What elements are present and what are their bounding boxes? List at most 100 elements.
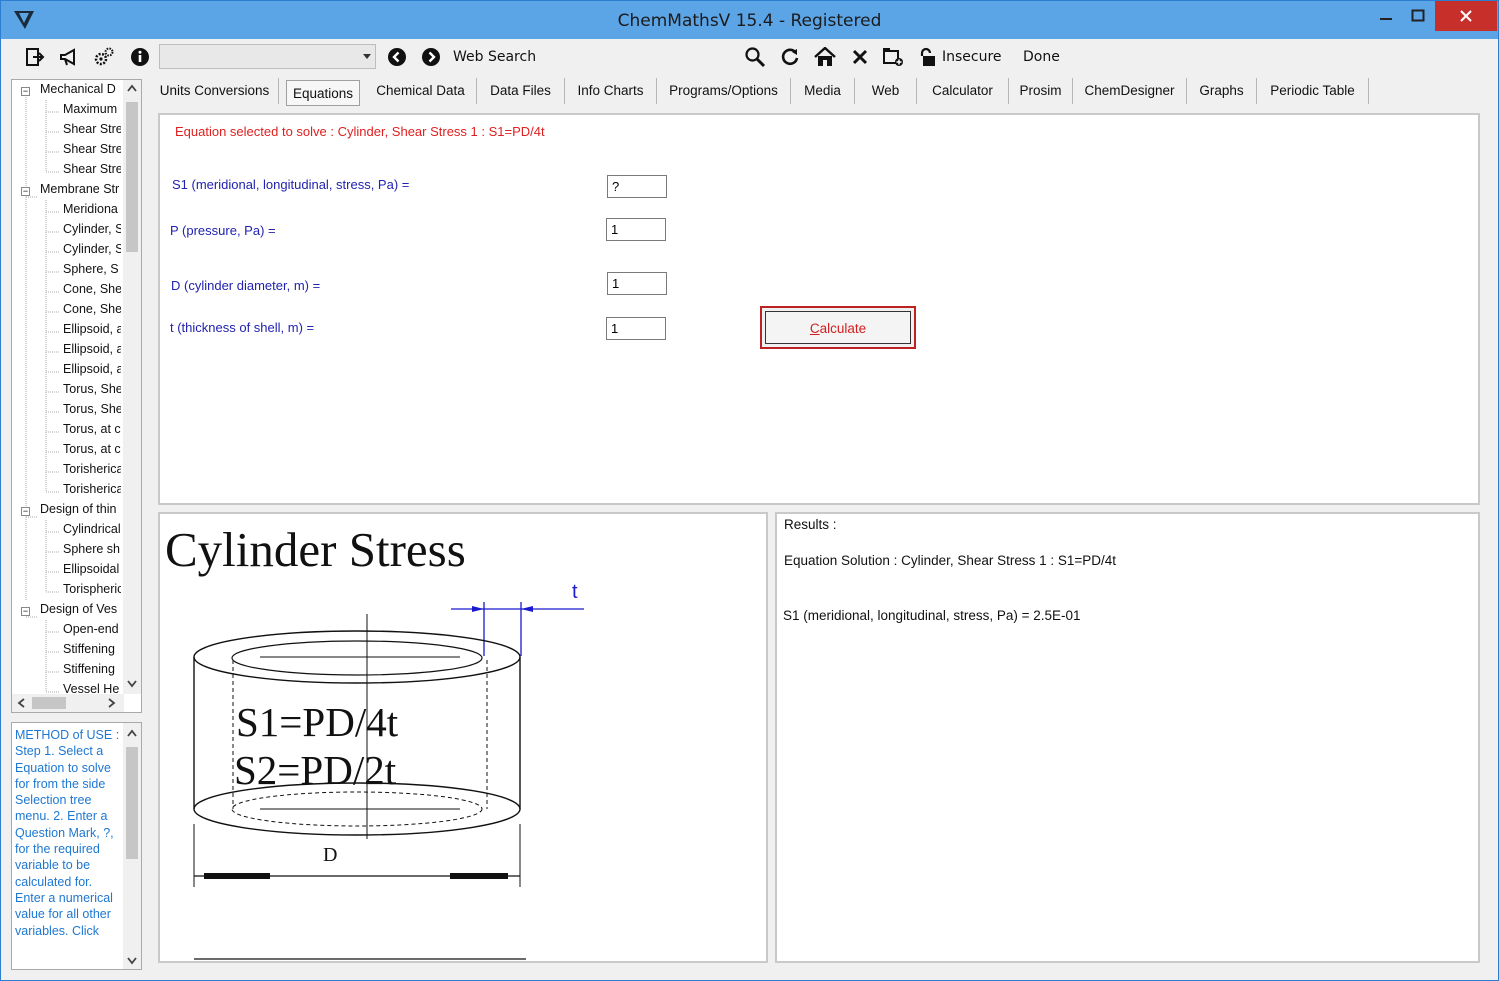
method-vscroll-thumb[interactable] <box>126 747 138 859</box>
tree-vscroll-thumb[interactable] <box>126 102 138 252</box>
tab-chemdesigner[interactable]: ChemDesigner <box>1073 78 1187 104</box>
toolbar: Web Search Insecure Done <box>1 39 1498 75</box>
tree-item[interactable]: Torisherica <box>63 462 121 482</box>
tab-web[interactable]: Web <box>855 78 917 104</box>
tree-item[interactable]: Cone, She <box>63 282 121 302</box>
tab-info-charts[interactable]: Info Charts <box>565 78 657 104</box>
results-heading: Results : <box>784 517 837 532</box>
tree-item[interactable]: Ellipsoid, a <box>63 342 121 362</box>
settings-gears-icon[interactable] <box>92 45 116 69</box>
window-title: ChemMathsV 15.4 - Registered <box>617 11 882 31</box>
t-label: t (thickness of shell, m) = <box>170 320 315 335</box>
scroll-up-icon[interactable] <box>127 729 137 737</box>
minimize-button[interactable] <box>1370 1 1402 31</box>
tree-item[interactable]: Shear Stre <box>63 142 121 162</box>
tab-calculator[interactable]: Calculator <box>917 78 1009 104</box>
tree-category[interactable]: Mechanical D <box>40 82 122 102</box>
tree-item[interactable]: Stiffening <box>63 642 121 662</box>
scroll-left-icon[interactable] <box>17 698 25 708</box>
tree-category[interactable]: Design of thin <box>40 502 122 522</box>
tree-collapse-icon[interactable]: − <box>21 87 30 96</box>
tab-programs-options[interactable]: Programs/Options <box>657 78 791 104</box>
scroll-up-icon[interactable] <box>127 84 137 92</box>
p-input[interactable] <box>606 218 666 241</box>
scroll-down-icon[interactable] <box>127 680 137 688</box>
tab-prosim[interactable]: Prosim <box>1009 78 1073 104</box>
new-window-icon[interactable] <box>881 45 905 69</box>
tree-item[interactable]: Sphere sh <box>63 542 121 562</box>
tree-item[interactable]: Torus, at c <box>63 422 121 442</box>
url-combo[interactable] <box>159 44 376 69</box>
p-label: P (pressure, Pa) = <box>170 223 276 238</box>
tab-graphs[interactable]: Graphs <box>1187 78 1257 104</box>
method-of-use-box[interactable]: METHOD of USE : Step 1. Select a Equatio… <box>11 722 142 970</box>
equation-panel: Equation selected to solve : Cylinder, S… <box>158 113 1480 505</box>
forward-icon[interactable] <box>419 45 443 69</box>
search-icon[interactable] <box>743 45 767 69</box>
tab-units-conversions[interactable]: Units Conversions <box>151 78 279 104</box>
tree-item[interactable]: Open-end <box>63 622 121 642</box>
tree-item[interactable]: Maximum <box>63 102 121 122</box>
tree-item[interactable]: Ellipsoid, a <box>63 362 121 382</box>
tab-chemical-data[interactable]: Chemical Data <box>365 78 477 104</box>
tree-collapse-icon[interactable]: − <box>21 187 30 196</box>
home-icon[interactable] <box>813 45 837 69</box>
tree-item[interactable]: Torus, at c <box>63 442 121 462</box>
app-window: ChemMathsV 15.4 - Registered Web Search … <box>0 0 1499 981</box>
tree-item[interactable]: Torus, She <box>63 402 121 422</box>
tree-item[interactable]: Shear Stre <box>63 162 121 182</box>
tree-horizontal-scrollbar[interactable] <box>12 694 124 712</box>
formula-s1: S1=PD/4t <box>236 699 399 745</box>
diagram-panel: Cylinder Stress t S1=PD/4t S2=PD/2t D <box>158 512 768 963</box>
method-vertical-scrollbar[interactable] <box>123 723 141 969</box>
s1-label: S1 (meridional, longitudinal, stress, Pa… <box>172 177 410 192</box>
tree-vertical-scrollbar[interactable] <box>123 80 141 694</box>
tab-periodic-table[interactable]: Periodic Table <box>1257 78 1369 104</box>
maximize-button[interactable] <box>1402 1 1434 31</box>
tree-item[interactable]: Sphere, S <box>63 262 121 282</box>
close-button[interactable] <box>1435 1 1497 31</box>
title-bar: ChemMathsV 15.4 - Registered <box>1 1 1498 39</box>
tree-category[interactable]: Membrane Str <box>40 182 122 202</box>
refresh-icon[interactable] <box>778 45 802 69</box>
tree-item[interactable]: Cylinder, S <box>63 222 121 242</box>
announce-icon[interactable] <box>57 45 81 69</box>
security-status: Insecure <box>942 49 1002 65</box>
diagram-title: Cylinder Stress <box>165 522 466 577</box>
calculate-button[interactable]: Calculate <box>760 306 916 349</box>
tree-item[interactable]: Torus, She <box>63 382 121 402</box>
tree-item[interactable]: Cone, She <box>63 302 121 322</box>
tree-item[interactable]: Ellipsoidal <box>63 562 121 582</box>
tab-equations[interactable]: Equations <box>286 80 360 106</box>
tree-category[interactable]: Design of Ves <box>40 602 122 622</box>
tab-data-files[interactable]: Data Files <box>477 78 565 104</box>
equation-tree[interactable]: − Mechanical D Maximum Shear Stre Shear Stre… <box>11 79 142 713</box>
tree-item[interactable]: Shear Stre <box>63 122 121 142</box>
scroll-right-icon[interactable] <box>108 698 116 708</box>
tree-item[interactable]: Meridiona <box>63 202 121 222</box>
tree-item[interactable]: Cylindrical <box>63 522 121 542</box>
thickness-dimension: t <box>451 581 584 656</box>
tree-collapse-icon[interactable]: − <box>21 507 30 516</box>
formula-s2: S2=PD/2t <box>234 747 397 793</box>
exit-icon[interactable] <box>23 45 47 69</box>
info-icon[interactable] <box>128 45 152 69</box>
results-value: S1 (meridional, longitudinal, stress, Pa… <box>783 608 1081 623</box>
diameter-dimension: D <box>193 824 521 887</box>
stop-icon[interactable] <box>848 45 872 69</box>
scroll-down-icon[interactable] <box>127 957 137 965</box>
web-search-label[interactable]: Web Search <box>453 49 536 65</box>
tree-hscroll-thumb[interactable] <box>32 697 66 709</box>
tree-item[interactable]: Stiffening <box>63 662 121 682</box>
unlock-icon <box>915 45 939 69</box>
t-input[interactable] <box>606 317 666 340</box>
tree-item[interactable]: Cylinder, S <box>63 242 121 262</box>
tree-item[interactable]: Ellipsoid, a <box>63 322 121 342</box>
tree-item[interactable]: Torisherica <box>63 482 121 502</box>
back-icon[interactable] <box>385 45 409 69</box>
tree-item[interactable]: Torispheric <box>63 582 121 602</box>
tree-collapse-icon[interactable]: − <box>21 607 30 616</box>
d-input[interactable] <box>607 272 667 295</box>
tab-media[interactable]: Media <box>791 78 855 104</box>
s1-input[interactable] <box>607 175 667 198</box>
